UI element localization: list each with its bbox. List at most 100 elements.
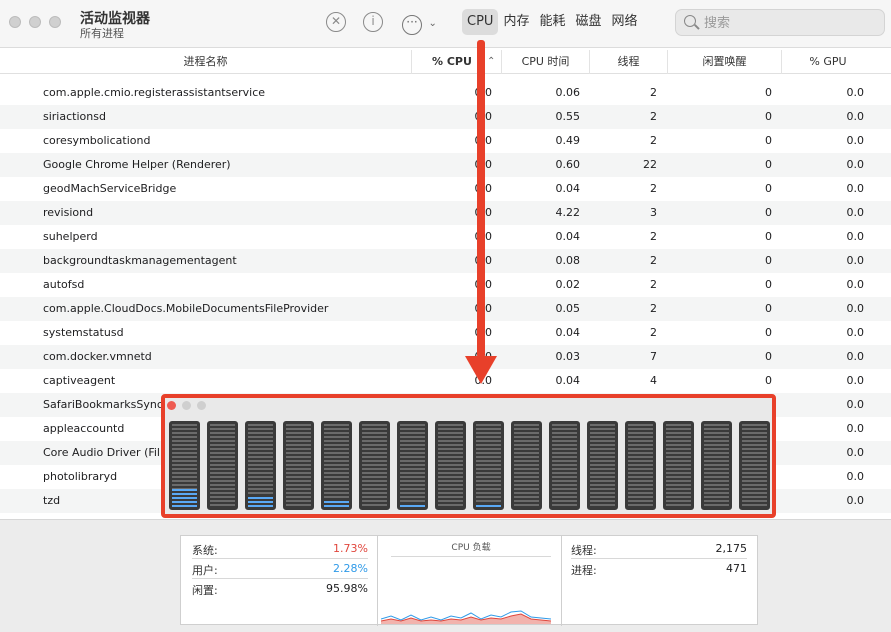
column-header-idle-wake[interactable]: 闲置唤醒 [668, 50, 782, 74]
process-name: geodMachServiceBridge [43, 182, 177, 195]
search-input[interactable] [704, 13, 874, 33]
cpu-load-title: CPU 负载 [451, 543, 491, 553]
idle-wakeups: 0 [765, 230, 772, 243]
table-row[interactable]: coresymbolicationd0.00.49200.0 [0, 129, 891, 153]
search-box[interactable] [675, 9, 885, 36]
system-label: 系统: [192, 544, 218, 557]
tab-energy[interactable]: 能耗 [534, 9, 570, 35]
process-name: autofsd [43, 278, 85, 291]
idle-label: 闲置: [192, 584, 218, 597]
cpu-time: 0.03 [555, 350, 581, 363]
cpu-core-bar [625, 421, 656, 510]
gpu-percent: 0.0 [846, 206, 865, 219]
cpu-core-bar-track [704, 424, 729, 507]
close-window-button[interactable] [9, 16, 21, 28]
stats-box: 系统: 1.73% 用户: 2.28% 闲置: 95.98% CPU 负载 线程… [180, 535, 758, 626]
thread-count: 2 [650, 302, 657, 315]
gpu-percent: 0.0 [846, 110, 865, 123]
tab-cpu[interactable]: CPU [462, 9, 499, 35]
cpu-time: 0.04 [555, 374, 581, 387]
table-row[interactable]: com.apple.CloudDocs.MobileDocumentsFileP… [0, 297, 891, 321]
thread-count: 2 [650, 134, 657, 147]
tab-group: CPU 内存 能耗 磁盘 网络 [462, 9, 643, 35]
close-window-button[interactable] [167, 401, 176, 410]
table-header: 进程名称 % CPU ⌃ CPU 时间 线程 闲置唤醒 % GPU [0, 50, 891, 74]
cpu-core-bar-fill [248, 495, 273, 507]
cpu-core-bar [169, 421, 200, 510]
idle-wakeups: 0 [765, 182, 772, 195]
thread-count: 2 [650, 182, 657, 195]
cpu-core-bar-track [286, 424, 311, 507]
thread-count: 4 [650, 374, 657, 387]
thread-count: 2 [650, 230, 657, 243]
column-header-name[interactable]: 进程名称 [0, 50, 412, 74]
column-header-gpu[interactable]: % GPU [782, 50, 874, 74]
table-row[interactable]: siriactionsd0.00.55200.0 [0, 105, 891, 129]
tab-disk[interactable]: 磁盘 [570, 9, 606, 35]
cpu-core-bar [435, 421, 466, 510]
table-row[interactable]: com.docker.vmnetd0.00.03700.0 [0, 345, 891, 369]
thread-count: 2 [650, 254, 657, 267]
cpu-core-bar-track [552, 424, 577, 507]
view-subtitle: 所有进程 [80, 27, 124, 40]
cpu-core-bar [739, 421, 770, 510]
table-row[interactable]: com.apple.cmio.registerassistantservice 0… [0, 81, 891, 105]
divider [571, 558, 747, 559]
threads-value: 2,175 [715, 542, 748, 555]
cpu-core-bar-track [742, 424, 767, 507]
cpu-core-bar [397, 421, 428, 510]
zoom-window-button[interactable] [197, 401, 206, 410]
x-circle-icon[interactable]: ✕ [326, 12, 346, 32]
idle-wakeups: 0 [765, 350, 772, 363]
cpu-core-bar-track [476, 424, 501, 507]
cpu-core-bar [207, 421, 238, 510]
table-row[interactable]: backgroundtaskmanagementagent0.00.08200.… [0, 249, 891, 273]
table-row[interactable]: revisiond0.04.22300.0 [0, 201, 891, 225]
column-header-threads[interactable]: 线程 [590, 50, 668, 74]
cpu-core-bar [473, 421, 504, 510]
ellipsis-icon[interactable]: ··· ⌄ [402, 12, 442, 35]
process-name: revisiond [43, 206, 94, 219]
table-row[interactable]: suhelperd0.00.04200.0 [0, 225, 891, 249]
table-row[interactable]: geodMachServiceBridge0.00.04200.0 [0, 177, 891, 201]
thread-count: 2 [650, 326, 657, 339]
gpu-percent: 0.0 [846, 374, 865, 387]
divider [192, 578, 368, 579]
minimize-window-button[interactable] [29, 16, 41, 28]
table-row[interactable]: captiveagent 0.0 0.04 4 0 0.0 [0, 369, 891, 393]
cpu-core-bar [359, 421, 390, 510]
divider [391, 556, 551, 557]
cpu-time: 0.06 [555, 86, 581, 99]
idle-wakeups: 0 [765, 134, 772, 147]
cpu-core-bar [283, 421, 314, 510]
table-row[interactable]: Google Chrome Helper (Renderer) 0.0 0.60 22… [0, 153, 891, 177]
gpu-percent: 0.0 [846, 470, 865, 483]
chevron-down-icon: ⌄ [428, 18, 437, 29]
gpu-percent: 0.0 [846, 230, 865, 243]
tab-network[interactable]: 网络 [606, 9, 642, 35]
gpu-percent: 0.0 [846, 350, 865, 363]
minimize-window-button[interactable] [182, 401, 191, 410]
cpu-time: 0.55 [555, 110, 581, 123]
zoom-window-button[interactable] [49, 16, 61, 28]
process-name: captiveagent [43, 374, 116, 387]
idle-wakeups: 0 [765, 278, 772, 291]
table-row[interactable]: systemstatusd0.00.04200.0 [0, 321, 891, 345]
search-icon [684, 15, 696, 27]
cpu-history-window[interactable] [161, 394, 776, 518]
cpu-time: 0.04 [555, 182, 581, 195]
table-row[interactable]: autofsd0.00.02200.0 [0, 273, 891, 297]
idle-wakeups: 0 [765, 254, 772, 267]
cpu-core-bar-track [438, 424, 463, 507]
process-name: suhelperd [43, 230, 98, 243]
tab-memory[interactable]: 内存 [498, 9, 534, 35]
divider [377, 536, 378, 626]
column-header-cpu-time[interactable]: CPU 时间 [502, 50, 590, 74]
cpu-time: 0.02 [555, 278, 581, 291]
cpu-core-bar-fill [324, 500, 349, 507]
idle-wakeups: 0 [765, 110, 772, 123]
cpu-core-bar [549, 421, 580, 510]
cpu-core-bar-track [590, 424, 615, 507]
info-icon[interactable]: i [363, 12, 383, 32]
cpu-core-bar-track [210, 424, 235, 507]
